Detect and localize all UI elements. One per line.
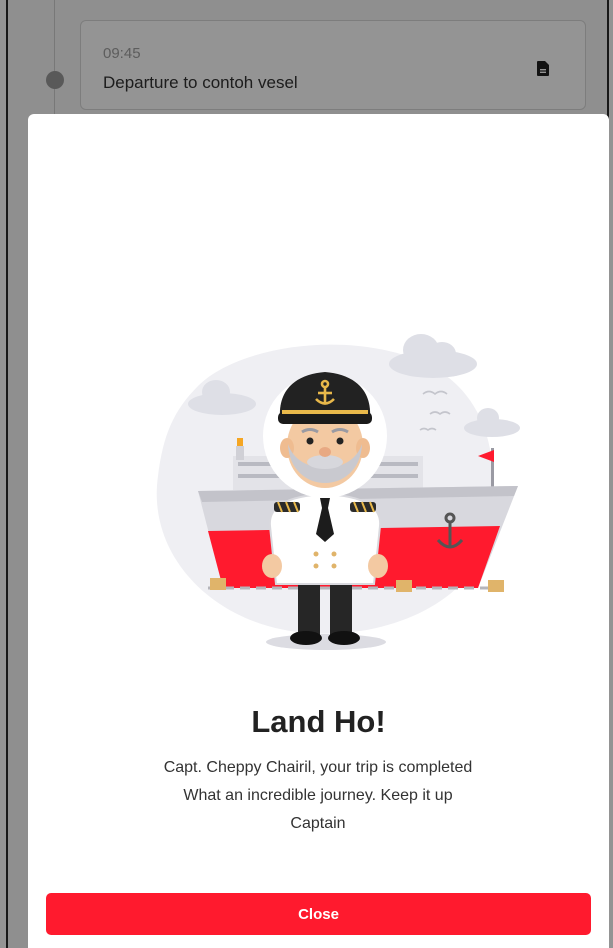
modal-message-line: Capt. Cheppy Chairil, your trip is compl… — [163, 759, 473, 776]
modal-message-line: Captain — [290, 815, 346, 832]
captain-ship-illustration — [156, 334, 520, 650]
modal-message: Capt. Cheppy Chairil, your trip is compl… — [118, 754, 518, 838]
modal-title: Land Ho! — [251, 704, 386, 739]
close-button[interactable]: Close — [46, 893, 591, 935]
modal-message-line: What an incredible journey. Keep it up — [183, 787, 453, 804]
trip-completed-modal: Land Ho! Capt. Cheppy Chairil, your trip… — [28, 114, 609, 948]
